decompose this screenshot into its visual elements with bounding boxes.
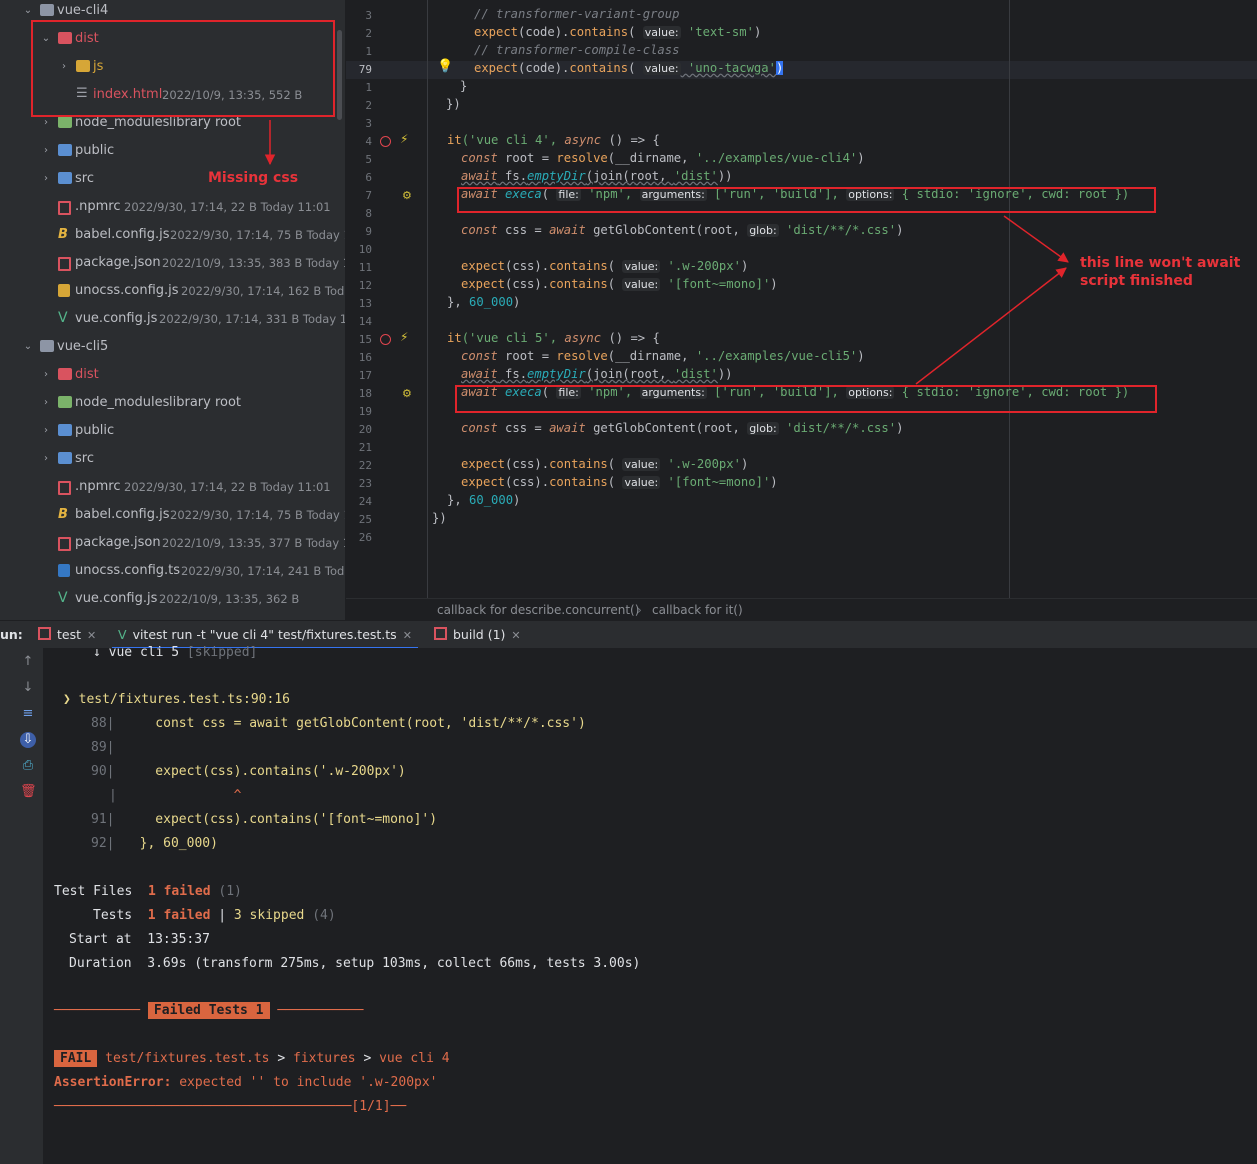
annotation-arrows [264, 120, 1069, 385]
